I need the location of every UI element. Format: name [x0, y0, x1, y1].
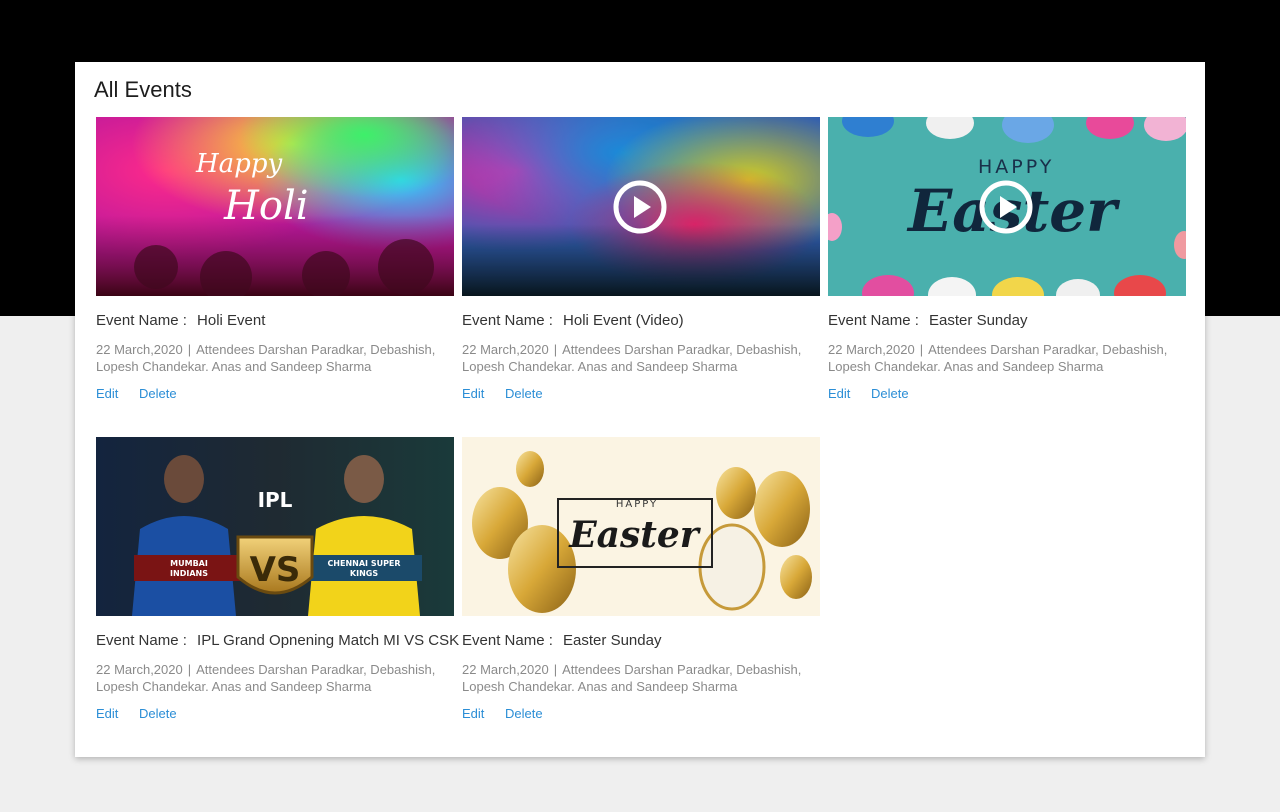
edit-link[interactable]: Edit [462, 706, 484, 721]
meta-separator: | [553, 342, 558, 357]
event-card: HAPPY Easter Event Name : Easter Sunday … [828, 117, 1186, 401]
event-actions: Edit Delete [96, 386, 454, 401]
svg-text:MUMBAI: MUMBAI [170, 559, 208, 568]
delete-link[interactable]: Delete [871, 386, 909, 401]
event-date: 22 March,2020 [96, 662, 183, 677]
event-thumbnail[interactable]: HAPPY Easter [462, 437, 820, 616]
event-name-label: Event Name : [828, 312, 919, 329]
event-card: Happy Holi Event Name : Holi Event 22 Ma… [96, 117, 454, 401]
svg-text:Easter: Easter [568, 514, 702, 556]
event-name: IPL Grand Opnening Match MI VS CSK [197, 632, 460, 649]
delete-link[interactable]: Delete [505, 386, 543, 401]
delete-link[interactable]: Delete [139, 386, 177, 401]
delete-link[interactable]: Delete [139, 706, 177, 721]
event-date: 22 March,2020 [462, 342, 549, 357]
event-date: 22 March,2020 [828, 342, 915, 357]
meta-separator: | [919, 342, 924, 357]
event-date: 22 March,2020 [462, 662, 549, 677]
event-actions: Edit Delete [462, 706, 820, 721]
event-actions: Edit Delete [828, 386, 1186, 401]
event-name-label: Event Name : [96, 312, 187, 329]
holi-image: Happy Holi [96, 117, 454, 296]
meta-separator: | [187, 662, 192, 677]
event-card: HAPPY Easter Event Name : Easter Sunday … [462, 437, 820, 721]
event-name: Holi Event (Video) [563, 312, 684, 329]
event-actions: Edit Delete [96, 706, 454, 721]
event-title: Event Name : Easter Sunday [828, 312, 1186, 329]
event-thumbnail[interactable]: IPL VS MUMBAI INDIANS CHENNAI SUPER KING… [96, 437, 454, 616]
event-name-label: Event Name : [462, 632, 553, 649]
svg-text:IPL: IPL [258, 488, 293, 512]
event-meta: 22 March,2020 | Attendees Darshan Paradkar… [828, 341, 1186, 375]
svg-text:Happy: Happy [195, 149, 282, 179]
event-card: Event Name : Holi Event (Video) 22 March… [462, 117, 820, 401]
event-meta: 22 March,2020 | Attendees Darshan Paradkar… [96, 341, 454, 375]
event-thumbnail[interactable]: HAPPY Easter [828, 117, 1186, 296]
event-name: Easter Sunday [929, 312, 1028, 329]
event-name: Easter Sunday [563, 632, 662, 649]
event-title: Event Name : Holi Event [96, 312, 454, 329]
svg-text:HAPPY: HAPPY [978, 156, 1054, 178]
attendees-label: Attendees [928, 342, 987, 357]
event-actions: Edit Delete [462, 386, 820, 401]
meta-separator: | [553, 662, 558, 677]
svg-text:KINGS: KINGS [350, 569, 378, 578]
edit-link[interactable]: Edit [462, 386, 484, 401]
ipl-image: IPL VS MUMBAI INDIANS CHENNAI SUPER KING… [96, 437, 454, 616]
svg-text:VS: VS [250, 550, 301, 590]
event-date: 22 March,2020 [96, 342, 183, 357]
event-name-label: Event Name : [462, 312, 553, 329]
events-panel: All Events Happy Holi Event Name: Holi … [75, 62, 1205, 757]
event-title: Event Name : Holi Event (Video) [462, 312, 820, 329]
svg-text:Holi: Holi [223, 183, 309, 229]
event-card: IPL VS MUMBAI INDIANS CHENNAI SUPER KING… [96, 437, 459, 721]
event-title: Event Name : Easter Sunday [462, 632, 820, 649]
svg-text:CHENNAI SUPER: CHENNAI SUPER [327, 559, 400, 568]
easter-eggs-image: HAPPY Easter [462, 437, 820, 616]
svg-text:HAPPY: HAPPY [616, 499, 658, 510]
event-thumbnail[interactable]: Happy Holi [96, 117, 454, 296]
edit-link[interactable]: Edit [96, 386, 118, 401]
edit-link[interactable]: Edit [828, 386, 850, 401]
event-title: Event Name : IPL Grand Opnening Match MI… [96, 632, 459, 649]
event-name-label: Event Name : [96, 632, 187, 649]
play-icon[interactable] [978, 179, 1034, 235]
attendees-label: Attendees [562, 662, 621, 677]
attendees-label: Attendees [196, 662, 255, 677]
event-meta: 22 March,2020 | Attendees Darshan Paradkar… [462, 661, 820, 695]
page-title: All Events [94, 77, 192, 102]
event-meta: 22 March,2020 | Attendees Darshan Paradkar… [462, 341, 820, 375]
attendees-label: Attendees [562, 342, 621, 357]
delete-link[interactable]: Delete [505, 706, 543, 721]
meta-separator: | [187, 342, 192, 357]
event-thumbnail[interactable] [462, 117, 820, 296]
play-icon[interactable] [612, 179, 668, 235]
edit-link[interactable]: Edit [96, 706, 118, 721]
svg-text:INDIANS: INDIANS [170, 569, 208, 578]
event-name: Holi Event [197, 312, 266, 329]
attendees-label: Attendees [196, 342, 255, 357]
event-meta: 22 March,2020 | Attendees Darshan Paradkar… [96, 661, 454, 695]
